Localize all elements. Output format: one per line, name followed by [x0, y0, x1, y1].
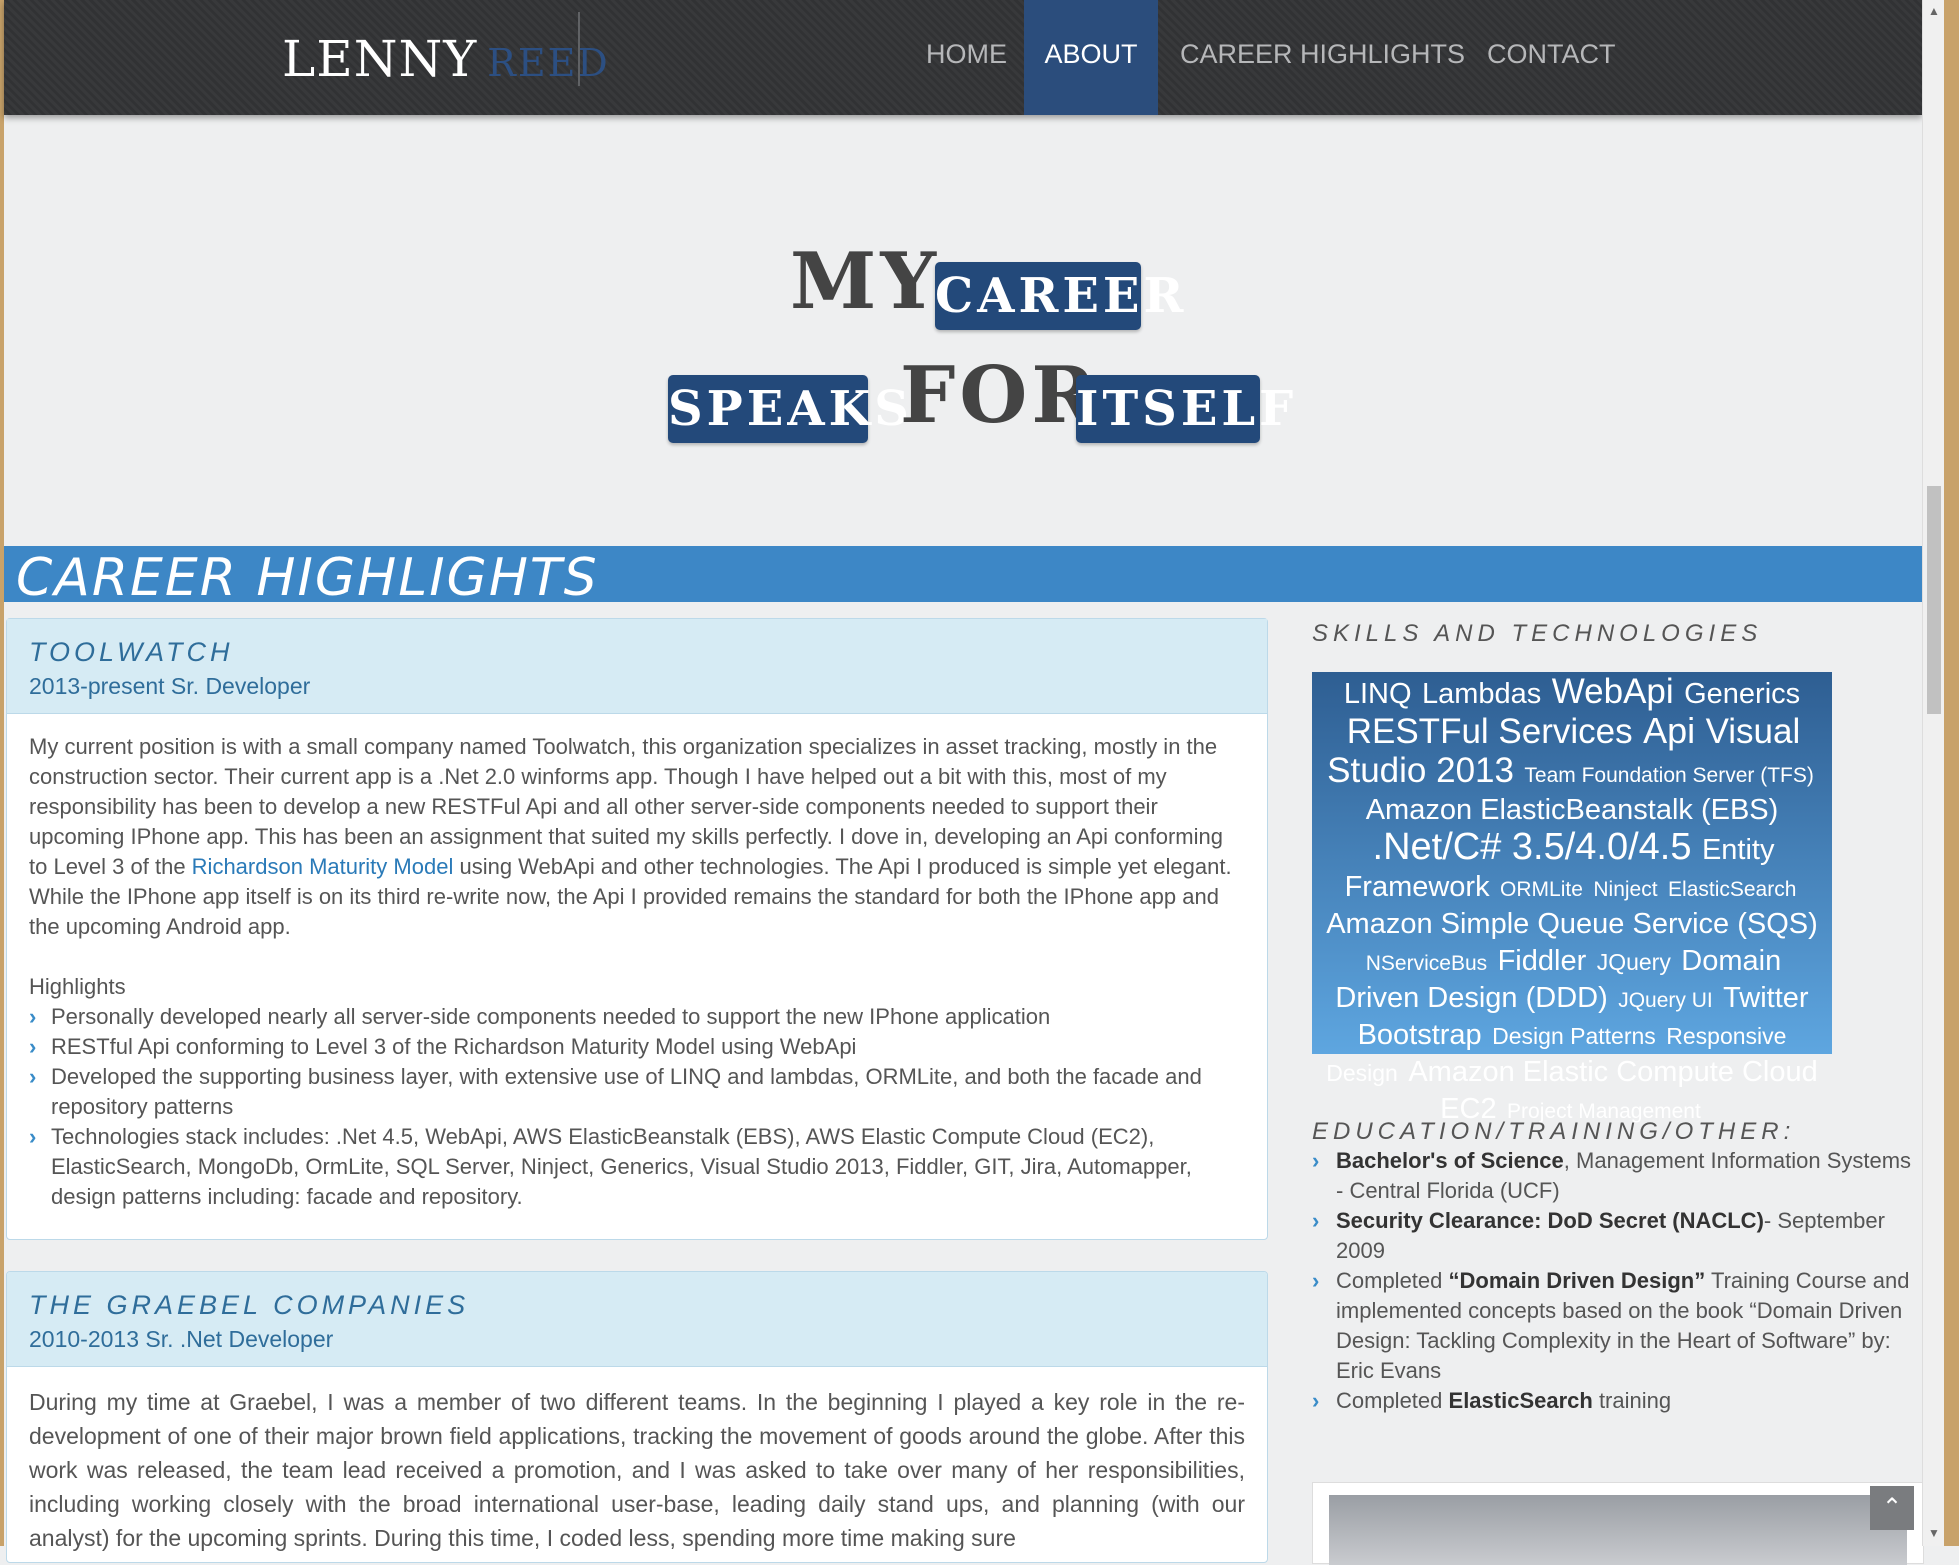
list-item: › Technologies stack includes: .Net 4.5, …: [29, 1122, 1245, 1212]
skill-tag[interactable]: Design Patterns: [1492, 1023, 1656, 1049]
section-title: CAREER HIGHLIGHTS: [16, 548, 599, 608]
hero-word-speaks: SPEAKS: [668, 375, 909, 443]
skill-tag[interactable]: Ninject: [1593, 878, 1657, 901]
skill-tag[interactable]: Amazon Simple Queue Service (SQS): [1326, 908, 1818, 940]
brand-first: LENNY: [282, 30, 478, 88]
education-heading: EDUCATION/TRAINING/OTHER:: [1312, 1118, 1796, 1145]
brand-last: REED: [487, 41, 610, 85]
chevron-right-icon: ›: [29, 1064, 37, 1089]
skill-tag[interactable]: ORMLite: [1500, 878, 1583, 901]
hero-word-career: CAREER: [935, 262, 1183, 330]
job-card-header: TOOLWATCH 2013-present Sr. Developer: [7, 619, 1267, 714]
job-card-toolwatch: TOOLWATCH 2013-present Sr. Developer My …: [6, 618, 1268, 1240]
edu-rest: training: [1592, 1388, 1672, 1413]
nav-home[interactable]: HOME: [924, 0, 1009, 115]
list-item: › Security Clearance: DoD Secret (NACLC)-…: [1312, 1206, 1912, 1266]
hero-word-my: MY: [790, 236, 941, 327]
skill-tag[interactable]: .Net/C# 3.5/4.0/4.5: [1373, 826, 1692, 868]
scroll-up-arrow-icon[interactable]: ▲: [1928, 4, 1940, 18]
job-subtitle: 2010-2013 Sr. .Net Developer: [29, 1326, 334, 1352]
page-left-edge: [0, 0, 4, 1546]
chevron-right-icon: ›: [1312, 1268, 1320, 1293]
skill-tag[interactable]: JQuery: [1597, 949, 1671, 975]
skill-tag[interactable]: Generics: [1684, 678, 1800, 710]
top-navbar: LENNY REED HOME ABOUT CAREER HIGHLIGHTS C…: [4, 0, 1922, 115]
edu-pre: Completed: [1336, 1268, 1449, 1293]
skill-tag[interactable]: LINQ: [1344, 678, 1412, 710]
list-item-text: Personally developed nearly all server-s…: [51, 1004, 1051, 1029]
image-card: [1312, 1482, 1924, 1565]
edu-bold: Bachelor's of Science: [1336, 1148, 1564, 1173]
arrow-up-icon[interactable]: ⌃: [1870, 1486, 1914, 1530]
job-description: My current position is with a small comp…: [29, 732, 1245, 942]
list-item-text: Technologies stack includes: .Net 4.5, W…: [51, 1124, 1192, 1209]
skills-heading: SKILLS AND TECHNOLOGIES: [1312, 620, 1763, 647]
job-card-body: My current position is with a small comp…: [7, 714, 1267, 1212]
image-preview: [1329, 1495, 1907, 1565]
list-item: › Bachelor's of Science, Management Infor…: [1312, 1146, 1912, 1206]
highlights-label: Highlights: [29, 974, 126, 999]
brand-logo[interactable]: LENNY REED: [282, 30, 610, 88]
career-highlights-bar: CAREER HIGHLIGHTS: [4, 546, 1922, 608]
job-subtitle: 2013-present Sr. Developer: [29, 673, 311, 699]
list-item: › Developed the supporting business layer…: [29, 1062, 1245, 1122]
skill-tag[interactable]: WebApi: [1552, 672, 1674, 711]
education-list: › Bachelor's of Science, Management Infor…: [1312, 1146, 1912, 1416]
page-right-edge: [1944, 0, 1959, 1546]
edu-bold: Security Clearance: DoD Secret (NACLC): [1336, 1208, 1764, 1233]
chevron-right-icon: ›: [1312, 1148, 1320, 1173]
edu-bold: ElasticSearch: [1448, 1388, 1593, 1413]
chevron-right-icon: ›: [1312, 1388, 1320, 1413]
nav-divider: [578, 12, 580, 86]
job-description: During my time at Graebel, I was a membe…: [29, 1389, 1245, 1551]
list-item: › RESTful Api conforming to Level 3 of th…: [29, 1032, 1245, 1062]
skill-tag[interactable]: Api: [1643, 710, 1695, 751]
scroll-down-arrow-icon[interactable]: ▼: [1928, 1526, 1940, 1540]
nav-career-highlights[interactable]: CAREER HIGHLIGHTS: [1180, 0, 1465, 115]
list-item: › Completed “Domain Driven Design” Traini…: [1312, 1266, 1912, 1386]
hero-word-for: FOR: [900, 350, 1101, 441]
hero-word-itself: ITSELF: [1076, 375, 1293, 443]
list-item-text: Developed the supporting business layer,…: [51, 1064, 1202, 1119]
skill-tag[interactable]: NServiceBus: [1366, 952, 1487, 975]
job-card-graebel: THE GRAEBEL COMPANIES 2010-2013 Sr. .Net…: [6, 1271, 1268, 1563]
list-item: › Completed ElasticSearch training: [1312, 1386, 1912, 1416]
job-company: THE GRAEBEL COMPANIES: [29, 1290, 470, 1320]
scrollbar-thumb[interactable]: [1927, 486, 1941, 714]
skill-tag[interactable]: ElasticSearch: [1668, 878, 1796, 901]
chevron-right-icon: ›: [1312, 1208, 1320, 1233]
list-item: › Personally developed nearly all server-…: [29, 1002, 1245, 1032]
nav-about[interactable]: ABOUT: [1024, 0, 1158, 115]
richardson-maturity-model-link[interactable]: Richardson Maturity Model: [192, 854, 454, 879]
skill-tag[interactable]: Fiddler: [1498, 945, 1587, 977]
skill-tag[interactable]: RESTFul Services: [1347, 712, 1633, 751]
edu-bold: “Domain Driven Design”: [1448, 1268, 1706, 1293]
scrollbar[interactable]: ▲ ▼: [1922, 0, 1945, 1546]
skills-tag-cloud: LINQ Lambdas WebApi Generics RESTFul Ser…: [1312, 672, 1832, 1125]
skill-tag[interactable]: Lambdas: [1422, 678, 1541, 710]
job-card-body: During my time at Graebel, I was a membe…: [7, 1367, 1267, 1555]
chevron-right-icon: ›: [29, 1124, 37, 1149]
highlights-list: › Personally developed nearly all server-…: [29, 1002, 1245, 1212]
job-card-header: THE GRAEBEL COMPANIES 2010-2013 Sr. .Net…: [7, 1272, 1267, 1367]
edu-pre: Completed: [1336, 1388, 1449, 1413]
nav-contact[interactable]: CONTACT: [1487, 0, 1616, 115]
chevron-right-icon: ›: [29, 1034, 37, 1059]
list-item-text: RESTful Api conforming to Level 3 of the…: [51, 1034, 857, 1059]
chevron-right-icon: ›: [29, 1004, 37, 1029]
skill-tag[interactable]: Team Foundation Server (TFS): [1524, 764, 1813, 787]
skill-tag[interactable]: Amazon ElasticBeanstalk (EBS): [1366, 794, 1779, 826]
skill-tag[interactable]: JQuery UI: [1618, 989, 1713, 1012]
job-company: TOOLWATCH: [29, 637, 234, 667]
